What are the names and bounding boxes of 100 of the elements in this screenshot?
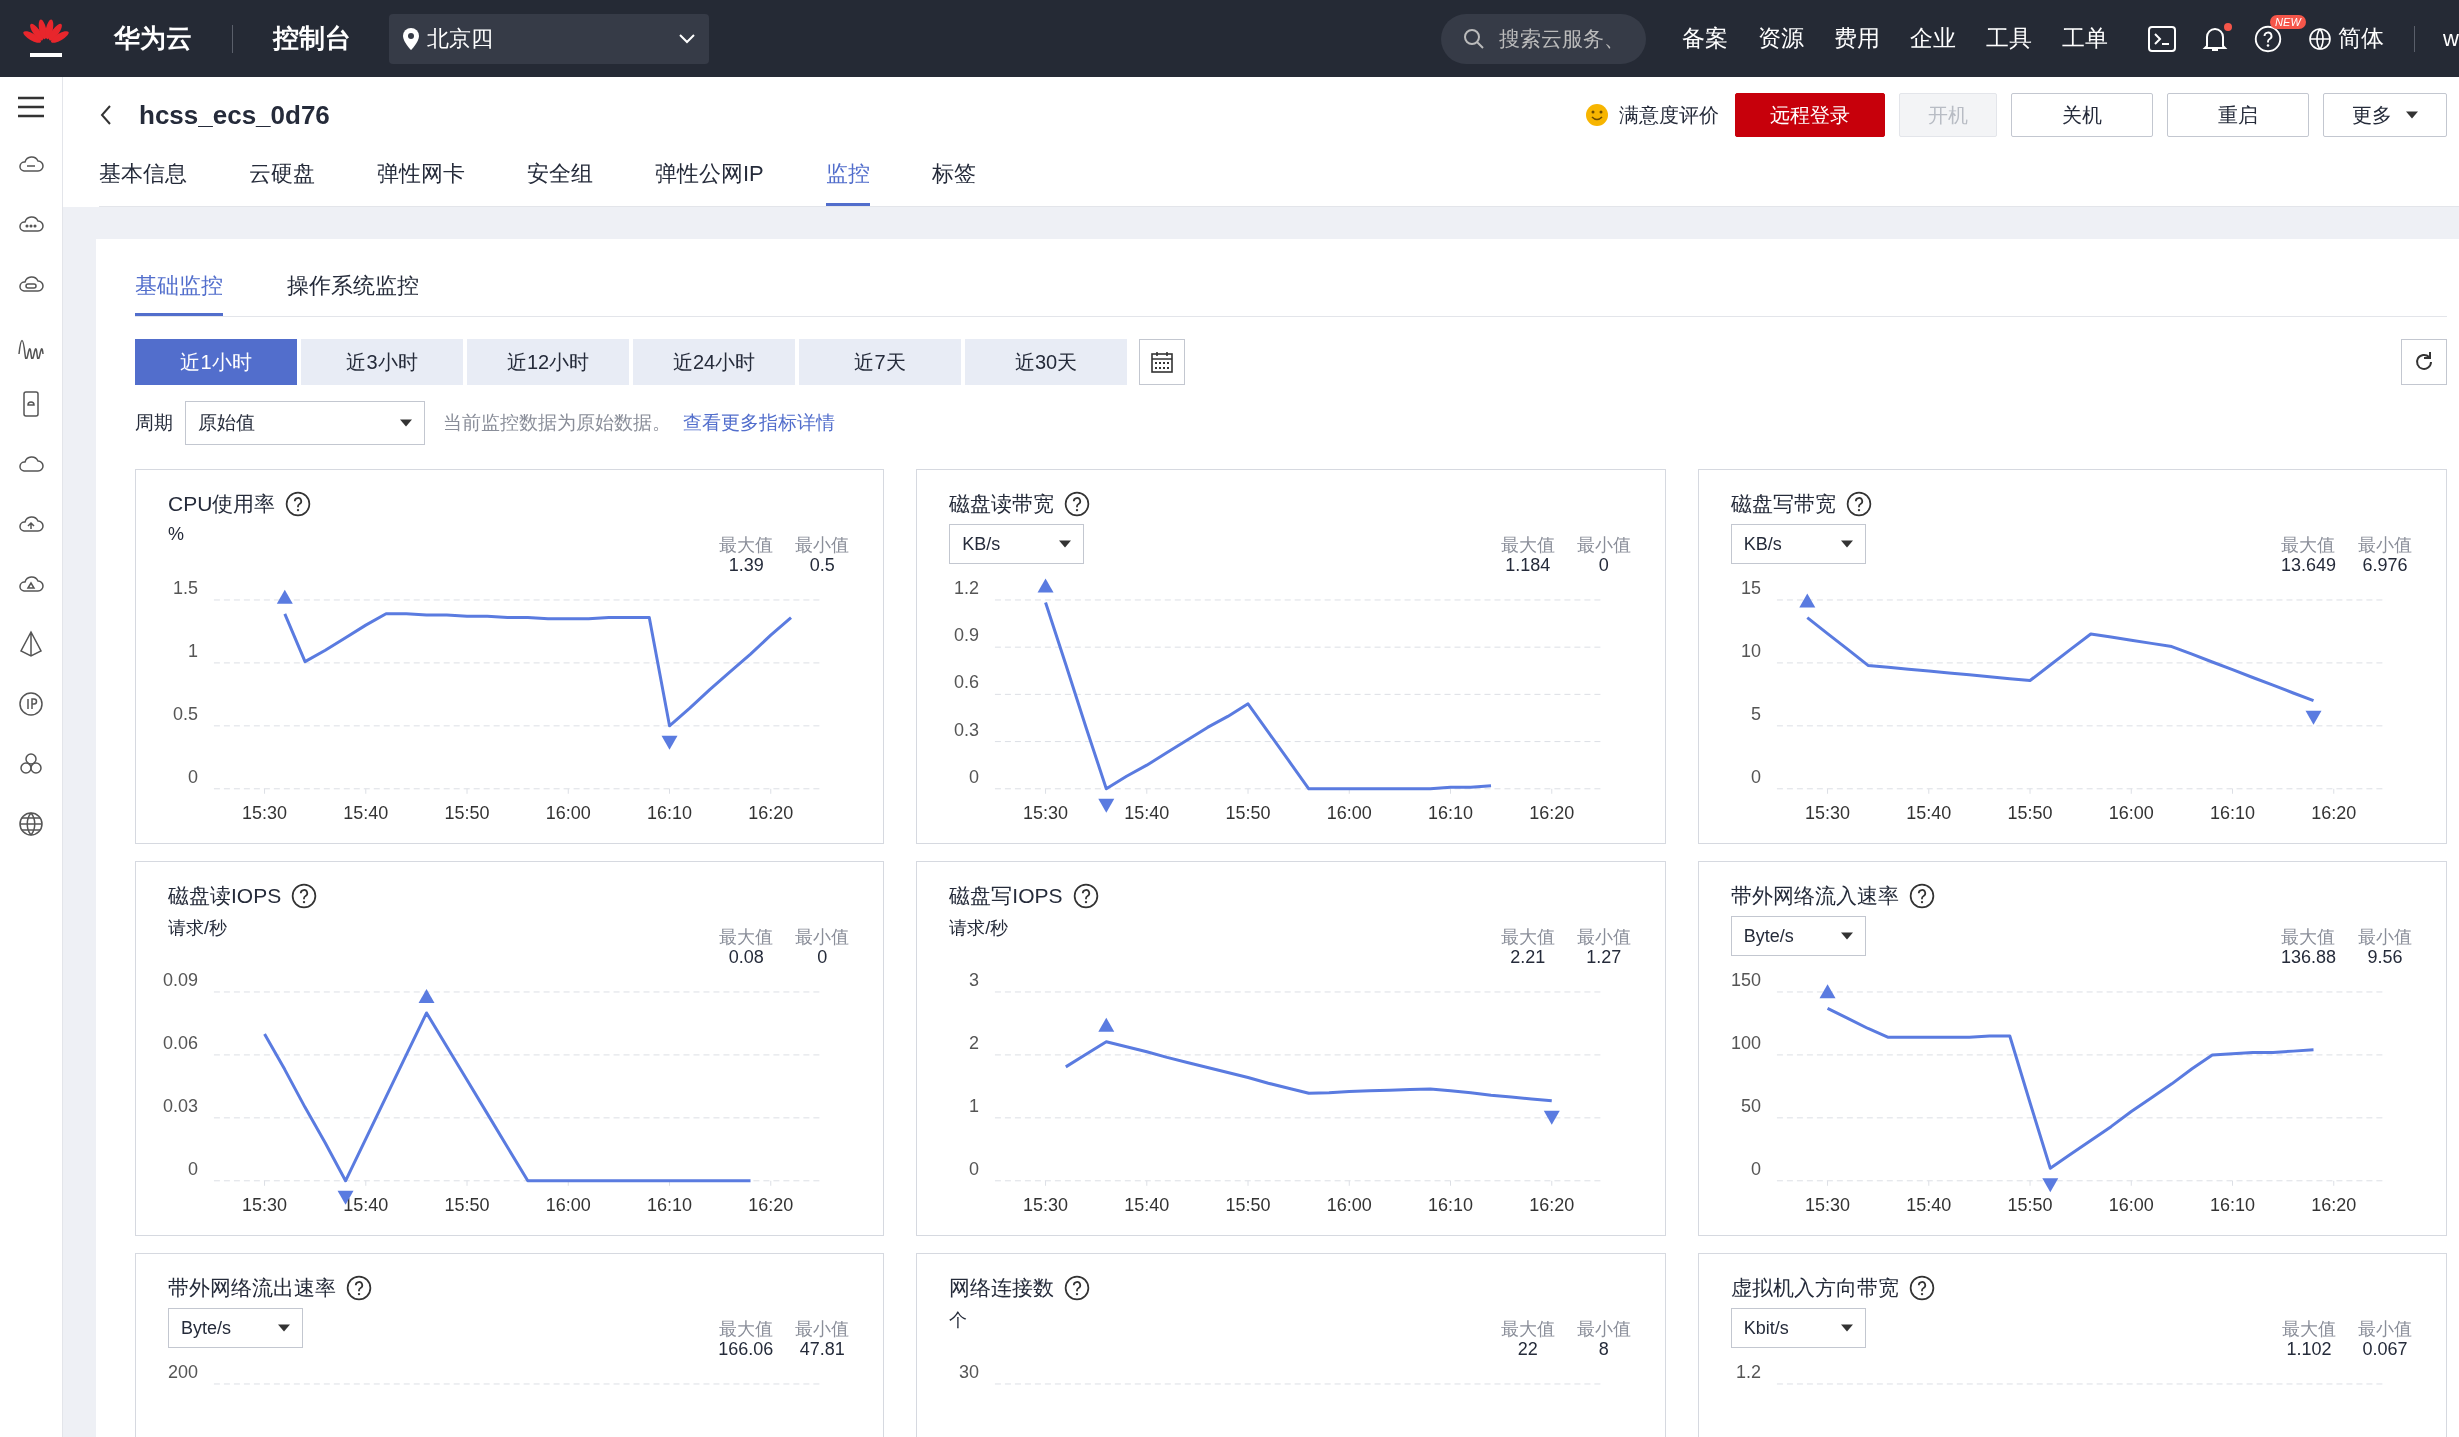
nav-link[interactable]: 资源: [1758, 23, 1805, 54]
time-range-button[interactable]: 近7天: [799, 339, 961, 385]
help-icon[interactable]: [346, 1275, 372, 1301]
globe-icon[interactable]: [16, 809, 46, 839]
axis-label: 0: [969, 766, 980, 787]
time-range-button[interactable]: 近24小时: [633, 339, 795, 385]
smiley-icon[interactable]: [1585, 103, 1609, 127]
region-select[interactable]: 北京四: [389, 13, 709, 64]
help-icon[interactable]: [291, 883, 318, 909]
help-icon[interactable]: [1072, 883, 1099, 909]
nav-link[interactable]: 企业: [1910, 23, 1957, 54]
max-marker: [1819, 984, 1836, 999]
axis-label: 15:40: [343, 802, 389, 823]
brand-name[interactable]: 华为云: [114, 21, 192, 56]
more-button[interactable]: 更多: [2323, 93, 2447, 137]
tab[interactable]: 标签: [931, 149, 976, 206]
stat-value: 2.21: [1510, 947, 1546, 968]
unit-label: 请求/秒: [949, 917, 1009, 940]
tab[interactable]: 安全组: [527, 149, 593, 206]
stat-label: 最小值: [2358, 1320, 2412, 1340]
axis-label: 16:10: [1428, 1194, 1474, 1215]
user-name[interactable]: w: [2414, 25, 2459, 52]
refresh-button[interactable]: [2401, 339, 2447, 385]
tab[interactable]: 基本信息: [99, 149, 187, 206]
max-marker: [1037, 578, 1054, 593]
nav-link[interactable]: 工单: [2062, 23, 2109, 54]
sub-tab[interactable]: 操作系统监控: [287, 263, 419, 316]
unit-select[interactable]: Kbit/s: [1730, 1308, 1866, 1348]
unit-select[interactable]: KB/s: [949, 524, 1085, 564]
axis-label: 15:50: [1225, 802, 1271, 823]
unit-select[interactable]: KB/s: [1730, 524, 1866, 564]
max-marker: [418, 988, 435, 1003]
axis-label: 16:10: [1428, 802, 1474, 823]
help-icon[interactable]: [285, 491, 312, 517]
tab[interactable]: 云硬盘: [249, 149, 315, 206]
axis-label: 15:50: [444, 1194, 490, 1215]
language-link[interactable]: 简体: [2308, 23, 2385, 54]
axis-label: 100: [1730, 1032, 1761, 1053]
sub-tab[interactable]: 基础监控: [135, 263, 223, 316]
axis-label: 0.6: [954, 672, 980, 693]
axis-label: 1: [187, 640, 198, 661]
console-link[interactable]: 控制台: [273, 21, 351, 56]
period-label: 周期: [135, 411, 173, 435]
stat-label: 最大值: [1500, 1320, 1555, 1340]
axis-label: 16:00: [2108, 802, 2154, 823]
axis-label: 10: [1740, 640, 1761, 661]
unit-label: 请求/秒: [168, 917, 227, 940]
axis-label: 16:00: [2108, 1194, 2154, 1215]
tab[interactable]: 监控: [825, 149, 870, 206]
action-button[interactable]: 重启: [2167, 93, 2309, 137]
axis-label: 1: [969, 1095, 980, 1116]
back-icon[interactable]: [99, 104, 113, 126]
help-icon[interactable]: [1908, 1275, 1935, 1301]
axis-label: 16:20: [748, 1194, 794, 1215]
unit-select[interactable]: Byte/s: [1730, 916, 1866, 956]
refresh-icon: [2413, 351, 2435, 373]
stat-value: 0: [1598, 555, 1609, 576]
time-range-button[interactable]: 近1小时: [135, 339, 297, 385]
details-link[interactable]: 查看更多指标详情: [683, 410, 835, 436]
stat-value: 0.067: [2362, 1339, 2408, 1360]
nav-link[interactable]: 工具: [1986, 23, 2033, 54]
axis-label: 1.2: [1735, 1361, 1761, 1382]
axis-label: 15:50: [444, 802, 490, 823]
chart-title: 磁盘写带宽: [1730, 491, 1836, 517]
time-range-button[interactable]: 近30天: [965, 339, 1127, 385]
min-marker: [2041, 1178, 2058, 1193]
stat-label: 最大值: [2282, 1320, 2336, 1340]
help-icon[interactable]: [1845, 491, 1872, 517]
stat-label: 最小值: [2358, 928, 2412, 948]
calendar-button[interactable]: [1139, 339, 1185, 385]
unit-select[interactable]: Byte/s: [168, 1308, 303, 1348]
tab[interactable]: 弹性公网IP: [655, 149, 764, 206]
axis-label: 200: [167, 1361, 198, 1382]
chevron-icon: [679, 33, 695, 44]
help-icon[interactable]: [1908, 883, 1935, 909]
axis-label: 15:30: [1023, 1194, 1069, 1215]
nav-link[interactable]: 费用: [1834, 23, 1881, 54]
axis-label: 0: [187, 766, 198, 787]
nav-link[interactable]: 备案: [1682, 23, 1729, 54]
min-marker: [1544, 1110, 1561, 1125]
menu-icon[interactable]: [16, 95, 46, 119]
feedback-link[interactable]: 满意度评价: [1619, 101, 1719, 129]
axis-label: 0: [969, 1158, 980, 1179]
remote-login-button[interactable]: 远程登录: [1735, 93, 1885, 137]
stat-label: 最小值: [2358, 536, 2412, 556]
period-select[interactable]: 原始值: [185, 401, 425, 445]
axis-label: 15:40: [1905, 1194, 1951, 1215]
new-badge: NEW: [2270, 14, 2306, 29]
search-field[interactable]: 搜索云服务、: [1441, 13, 1647, 64]
stat-value: 13.649: [2280, 555, 2336, 576]
period-note: 当前监控数据为原始数据。: [443, 411, 671, 435]
caret-icon: [1840, 540, 1853, 548]
help-icon[interactable]: [1064, 1275, 1091, 1301]
action-button[interactable]: 关机: [2011, 93, 2153, 137]
time-range-button[interactable]: 近12小时: [467, 339, 629, 385]
time-range-button[interactable]: 近3小时: [301, 339, 463, 385]
terminal-icon[interactable]: [2148, 25, 2177, 52]
help-icon[interactable]: [1064, 491, 1091, 517]
axis-label: 30: [959, 1361, 980, 1382]
tab[interactable]: 弹性网卡: [377, 149, 465, 206]
